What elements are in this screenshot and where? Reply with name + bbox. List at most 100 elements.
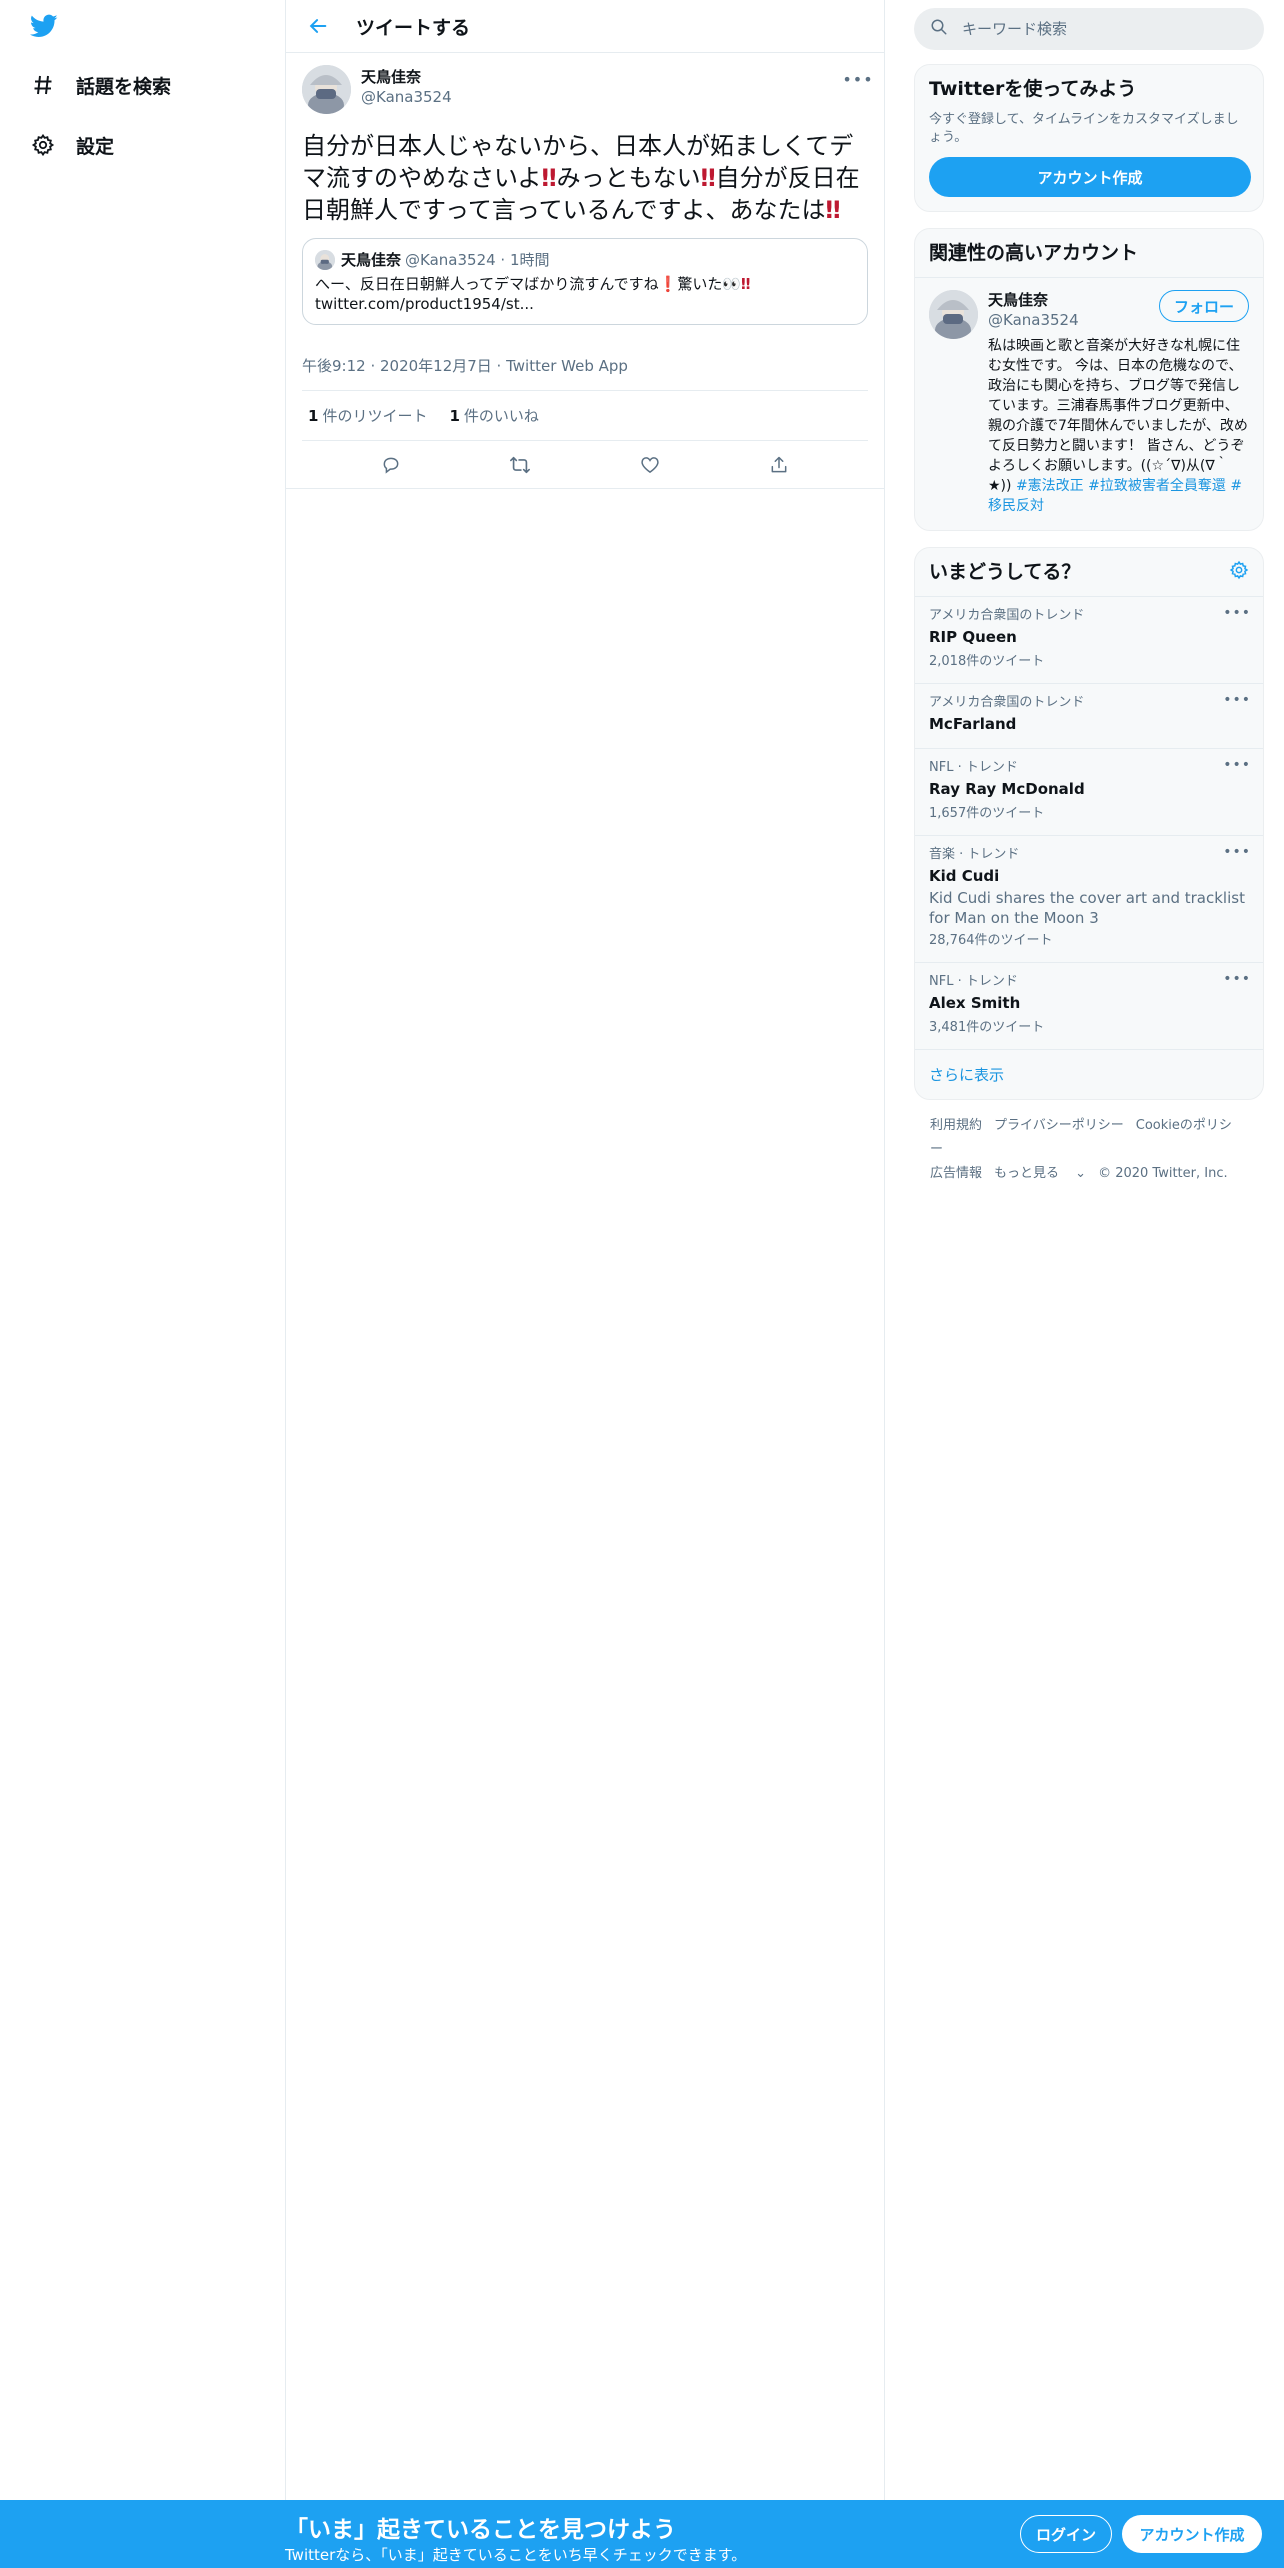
double-exclamation-emoji: ‼ <box>700 164 716 192</box>
footer-ads-link[interactable]: 広告情報 <box>930 1166 982 1181</box>
retweet-icon[interactable] <box>502 447 538 483</box>
search-input[interactable] <box>962 20 1222 38</box>
more-options-icon[interactable]: ••• <box>1223 605 1251 621</box>
right-sidebar: Twitterを使ってみよう 今すぐ登録して、タイムラインをカスタマイズしましょ… <box>914 0 1264 1200</box>
signup-card-title: Twitterを使ってみよう <box>929 78 1137 100</box>
author-name[interactable]: 天鳥佳奈 <box>361 67 452 87</box>
hashtag-link[interactable]: #拉致被害者全員奪還 <box>1088 478 1226 494</box>
trend-count: 28,764件のツイート <box>929 933 1053 948</box>
quote-link[interactable]: twitter.com/product1954/st... <box>315 295 534 313</box>
author-handle[interactable]: @Kana3524 <box>361 87 452 107</box>
page: 話題を検索 設定 ツイートする 天鳥佳奈 @Kana3524 ••• 自分が日本… <box>0 0 1284 2568</box>
double-exclamation-emoji: ‼ <box>741 275 751 293</box>
more-options-icon[interactable]: ••• <box>1223 971 1251 987</box>
tweet-text-part: みっともない <box>556 164 701 192</box>
related-accounts-header: 関連性の高いアカウント <box>915 229 1263 278</box>
signup-card: Twitterを使ってみよう 今すぐ登録して、タイムラインをカスタマイズしましょ… <box>914 64 1264 212</box>
footer-copyright: © 2020 Twitter, Inc. <box>1098 1166 1228 1181</box>
left-nav: 話題を検索 設定 <box>0 0 285 2568</box>
related-handle[interactable]: @Kana3524 <box>988 310 1079 330</box>
related-accounts-card: 関連性の高いアカウント 天鳥佳奈 @Kana3524 フォロー 私は映画と歌と音… <box>914 228 1264 531</box>
banner-subtitle: Twitterなら、「いま」起きていることをいち早くチェックできます。 <box>285 2546 747 2564</box>
tweet-author[interactable]: 天鳥佳奈 @Kana3524 <box>302 65 868 114</box>
related-account[interactable]: 天鳥佳奈 @Kana3524 フォロー 私は映画と歌と音楽が大好きな札幌に住む女… <box>915 278 1263 530</box>
related-bio: 私は映画と歌と音楽が大好きな札幌に住む女性です。 今は、日本の危機なので、政治に… <box>988 336 1249 516</box>
trend-name: Alex Smith <box>929 994 1021 1012</box>
trend-item[interactable]: 音楽 · トレンド Kid Cudi Kid Cudi shares the c… <box>915 836 1263 963</box>
tweet-actions <box>286 441 884 489</box>
footer-more-label: もっと見る <box>994 1166 1060 1181</box>
trend-name: RIP Queen <box>929 628 1017 646</box>
quoted-tweet[interactable]: 天鳥佳奈 @Kana3524 · 1時間 へー、反日在日朝鮮人ってデマばかり流す… <box>302 238 868 325</box>
trend-item[interactable]: NFL · トレンド Ray Ray McDonald 1,657件のツイート … <box>915 749 1263 836</box>
trend-item[interactable]: アメリカ合衆国のトレンド McFarland ••• <box>915 684 1263 749</box>
like-heart-icon[interactable] <box>632 447 668 483</box>
nav-explore-label: 話題を検索 <box>76 75 172 98</box>
gear-icon <box>28 130 58 160</box>
more-options-icon[interactable]: ••• <box>1223 757 1251 773</box>
footer-more-link[interactable]: もっと見る ⌄ <box>994 1166 1086 1181</box>
trend-context: NFL · トレンド <box>929 974 1018 989</box>
signup-button[interactable]: アカウント作成 <box>1122 2515 1262 2553</box>
tweet-stats: 1 件のリツイート 1 件のいいね <box>302 391 868 441</box>
more-options-icon[interactable]: ••• <box>1223 844 1251 860</box>
nav-settings[interactable]: 設定 <box>28 125 114 165</box>
trend-count: 1,657件のツイート <box>929 806 1045 821</box>
reply-icon[interactable] <box>373 447 409 483</box>
exclamation-emoji: ❗ <box>658 275 678 293</box>
quote-author-name: 天鳥佳奈 <box>341 251 402 269</box>
share-icon[interactable] <box>761 447 797 483</box>
trends-title: いまどうしてる？ <box>929 561 1081 583</box>
banner-title: 「いま」起きていることを見つけよう <box>285 2517 676 2543</box>
search-box[interactable] <box>914 8 1264 50</box>
timestamp-text[interactable]: 午後9:12 · 2020年12月7日 · Twitter Web App <box>302 355 628 376</box>
retweet-label: 件のリツイート <box>322 407 428 425</box>
bottom-banner: 「いま」起きていることを見つけよう Twitterなら、「いま」起きていることを… <box>0 2500 1284 2568</box>
tweet: 天鳥佳奈 @Kana3524 ••• 自分が日本人じゃないから、日本人が妬ましく… <box>286 53 884 489</box>
settings-gear-icon[interactable] <box>1229 560 1249 584</box>
quote-avatar <box>315 249 335 270</box>
trend-name: Ray Ray McDonald <box>929 780 1085 798</box>
more-options-icon[interactable]: ••• <box>842 67 872 91</box>
follow-button[interactable]: フォロー <box>1158 290 1249 322</box>
trend-item[interactable]: アメリカ合衆国のトレンド RIP Queen 2,018件のツイート ••• <box>915 597 1263 684</box>
related-name[interactable]: 天鳥佳奈 <box>988 290 1079 310</box>
page-title: ツイートする <box>356 16 471 39</box>
double-exclamation-emoji: ‼ <box>825 196 841 224</box>
twitter-logo-icon[interactable] <box>28 12 64 44</box>
trend-name: Kid Cudi <box>929 867 1000 885</box>
retweet-stat[interactable]: 1 件のリツイート <box>308 405 427 426</box>
trend-item[interactable]: NFL · トレンド Alex Smith 3,481件のツイート ••• <box>915 963 1263 1050</box>
trend-count: 3,481件のツイート <box>929 1020 1045 1035</box>
like-stat[interactable]: 1 件のいいね <box>449 405 538 426</box>
signup-card-subtitle: 今すぐ登録して、タイムラインをカスタマイズしましょう。 <box>929 112 1239 145</box>
related-bio-text: 私は映画と歌と音楽が大好きな札幌に住む女性です。 今は、日本の危機なので、政治に… <box>988 338 1248 494</box>
avatar[interactable] <box>302 65 351 114</box>
trend-description: Kid Cudi shares the cover art and trackl… <box>929 889 1245 927</box>
tweet-text: 自分が日本人じゃないから、日本人が妬ましくてデマ流すのやめなさいよ‼みっともない… <box>302 130 868 226</box>
create-account-button[interactable]: アカウント作成 <box>929 157 1251 197</box>
hashtag-icon <box>28 70 58 100</box>
retweet-count: 1 <box>308 407 319 425</box>
nav-explore[interactable]: 話題を検索 <box>28 65 171 105</box>
quote-meta: @Kana3524 · 1時間 <box>405 251 550 269</box>
search-icon <box>930 18 948 40</box>
double-exclamation-emoji: ‼ <box>541 164 557 192</box>
related-accounts-title: 関連性の高いアカウント <box>929 242 1139 264</box>
login-button[interactable]: ログイン <box>1020 2515 1112 2553</box>
trend-count: 2,018件のツイート <box>929 654 1045 669</box>
like-count: 1 <box>449 407 460 425</box>
footer-privacy-link[interactable]: プライバシーポリシー <box>994 1118 1124 1133</box>
header: ツイートする <box>286 0 884 53</box>
quote-text: へー、反日在日朝鮮人ってデマばかり流すんですね❗驚いた👀‼ twitter.com… <box>315 274 855 314</box>
back-arrow-icon[interactable] <box>300 8 336 44</box>
trend-context: アメリカ合衆国のトレンド <box>929 695 1085 710</box>
related-avatar[interactable] <box>929 290 978 339</box>
like-label: 件のいいね <box>463 407 539 425</box>
trend-name: McFarland <box>929 715 1017 733</box>
show-more-link[interactable]: さらに表示 <box>915 1050 1263 1099</box>
footer-terms-link[interactable]: 利用規約 <box>930 1118 982 1133</box>
more-options-icon[interactable]: ••• <box>1223 692 1251 708</box>
footer: 利用規約 プライバシーポリシー Cookieのポリシー 広告情報 もっと見る ⌄ © 2… <box>914 1100 1264 1200</box>
hashtag-link[interactable]: #憲法改正 <box>1016 478 1084 494</box>
